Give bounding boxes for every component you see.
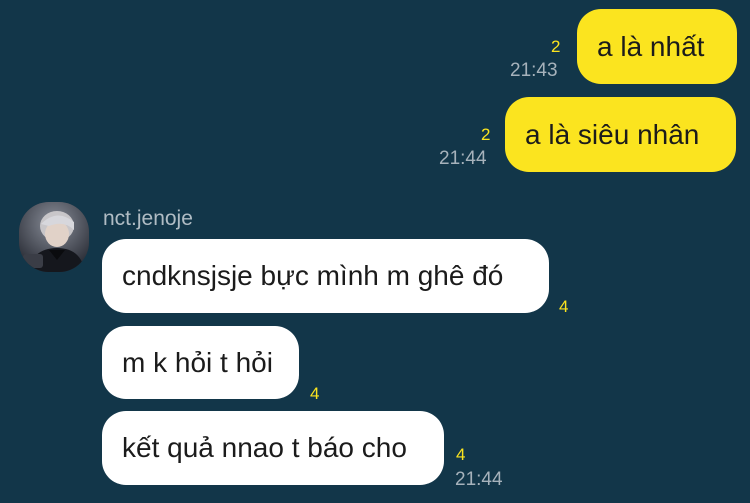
unread-count: 4 — [456, 445, 466, 464]
unread-count: 4 — [559, 297, 569, 316]
unread-count: 2 — [551, 37, 561, 56]
unread-count: 2 — [481, 125, 491, 144]
message-text: a là nhất — [597, 30, 705, 62]
message-text: cndknsjsje bực mình m ghê đó — [122, 260, 504, 291]
received-message-bubble[interactable]: cndknsjsje bực mình m ghê đó — [102, 239, 549, 313]
received-message-bubble[interactable]: kết quả nnao t báo cho — [102, 411, 444, 485]
avatar[interactable] — [19, 202, 89, 272]
message-text: m k hỏi t hỏi — [122, 346, 273, 378]
message-text: a là siêu nhân — [525, 118, 700, 150]
unread-count: 4 — [310, 384, 320, 403]
message-timestamp: 21:44 — [455, 469, 503, 490]
profile-photo-icon — [19, 202, 89, 272]
chat-screen: { "colors": { "background": "#123649", "… — [0, 0, 750, 503]
sender-name[interactable]: nct.jenoje — [103, 208, 193, 229]
sent-message-bubble[interactable]: a là siêu nhân — [505, 97, 736, 172]
message-timestamp: 21:43 — [510, 60, 558, 81]
message-timestamp: 21:44 — [439, 148, 487, 169]
received-message-bubble[interactable]: m k hỏi t hỏi — [102, 326, 299, 399]
message-text: kết quả nnao t báo cho — [122, 432, 407, 463]
sent-message-bubble[interactable]: a là nhất — [577, 9, 737, 84]
